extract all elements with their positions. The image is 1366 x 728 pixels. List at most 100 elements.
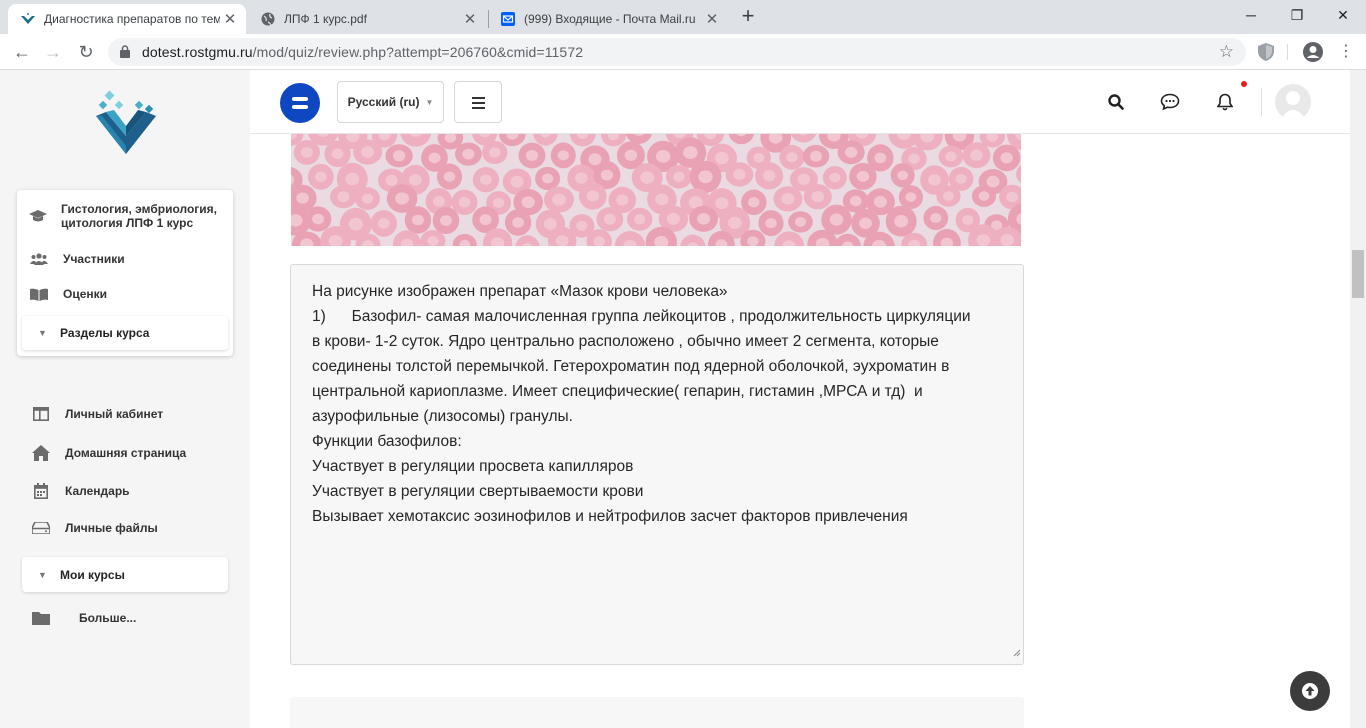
my-courses-label: Мои курсы xyxy=(60,567,125,582)
users-icon xyxy=(29,253,49,265)
red-blood-cell-center xyxy=(666,212,680,225)
red-blood-cell-center xyxy=(986,175,1000,188)
red-blood-cell-center xyxy=(510,175,524,188)
red-blood-cell-center xyxy=(697,213,711,225)
answer-text: На рисунке изображен препарат «Мазок кро… xyxy=(312,279,1012,529)
browser-menu-icon[interactable]: ⋮ xyxy=(1336,43,1356,61)
nav-item-dashboard[interactable]: Личный кабинет xyxy=(31,407,163,421)
red-blood-cell-center xyxy=(747,236,759,246)
tab-title: ЛПФ 1 курс.pdf xyxy=(284,12,367,26)
red-blood-cell-center xyxy=(945,151,957,162)
nav-item-more[interactable]: Больше... xyxy=(31,611,136,625)
profile-icon[interactable] xyxy=(1302,41,1324,68)
my-courses-toggle[interactable]: ▼ Мои курсы xyxy=(22,557,228,592)
book-icon xyxy=(29,288,49,301)
red-blood-cell-center xyxy=(462,148,475,160)
mail-icon xyxy=(500,11,516,27)
next-question-block xyxy=(290,697,1024,728)
minimize-button[interactable]: ─ xyxy=(1228,0,1274,32)
reload-button[interactable]: ↻ xyxy=(73,39,99,65)
dashboard-icon xyxy=(31,407,51,421)
forward-button[interactable]: → xyxy=(40,39,66,65)
red-blood-cell-center xyxy=(748,197,760,208)
red-blood-cell-center xyxy=(331,148,344,160)
answer-line: центральной кариоплазме. Имеет специфиче… xyxy=(312,383,923,400)
search-icon[interactable] xyxy=(1106,92,1126,112)
red-blood-cell-center xyxy=(440,215,452,226)
messages-icon[interactable] xyxy=(1160,92,1180,112)
red-blood-cell-center xyxy=(337,191,350,203)
scrollbar-thumb[interactable] xyxy=(1352,250,1364,298)
toolbar-divider xyxy=(1287,44,1288,60)
red-blood-cell-center xyxy=(765,218,777,229)
menu-button[interactable] xyxy=(454,81,502,123)
restore-button[interactable]: ❐ xyxy=(1274,0,1320,32)
nav-item-grades[interactable]: Оценки xyxy=(29,287,107,301)
course-sections-label: Разделы курса xyxy=(60,326,150,340)
red-blood-cell-center xyxy=(542,173,554,184)
nav-item-participants[interactable]: Участники xyxy=(29,252,125,266)
red-blood-cell-center xyxy=(361,193,374,204)
nav-item-home[interactable]: Домашняя страница xyxy=(31,445,186,461)
back-to-top-button[interactable] xyxy=(1290,671,1330,711)
red-blood-cell-center xyxy=(810,150,822,162)
answer-line: Участвует в регуляции просвета капилляро… xyxy=(312,458,634,475)
nav-item-calendar[interactable]: Календарь xyxy=(31,483,130,499)
red-blood-cell-center xyxy=(715,151,729,165)
arrow-up-circle-icon xyxy=(1302,683,1318,699)
close-tab-icon[interactable]: ✕ xyxy=(460,10,480,28)
user-avatar[interactable] xyxy=(1275,84,1311,120)
sidebar: Гистология, эмбриология, цитология ЛПФ 1… xyxy=(0,70,250,728)
answer-line: в крови- 1-2 суток. Ядро центрально расп… xyxy=(312,333,939,350)
red-blood-cell-center xyxy=(543,218,557,230)
shield-extension-icon[interactable] xyxy=(1258,43,1274,66)
red-blood-cell-center xyxy=(797,173,811,185)
page-scrollbar[interactable] xyxy=(1350,70,1366,728)
close-tab-icon[interactable]: ✕ xyxy=(702,10,722,28)
caret-down-icon: ▼ xyxy=(38,328,47,338)
red-blood-cell-center xyxy=(976,234,991,246)
course-sections-toggle[interactable]: ▼ Разделы курса xyxy=(22,316,228,350)
drawer-toggle-button[interactable] xyxy=(280,83,320,123)
new-tab-button[interactable]: + xyxy=(736,4,760,28)
red-blood-cell-center xyxy=(427,236,439,246)
red-blood-cell-center xyxy=(1000,152,1013,164)
red-blood-cell-center xyxy=(655,150,671,163)
answer-line: Участвует в регуляции свертываемости кро… xyxy=(312,483,644,500)
caret-down-icon: ▼ xyxy=(425,97,434,107)
nav-item-files[interactable]: Личные файлы xyxy=(31,521,158,535)
answer-textarea[interactable]: На рисунке изображен препарат «Мазок кро… xyxy=(290,264,1024,665)
red-blood-cell-center xyxy=(811,191,825,203)
red-blood-cell-center xyxy=(874,152,887,164)
red-blood-cell-center xyxy=(962,215,974,225)
close-tab-icon[interactable]: ✕ xyxy=(220,10,240,28)
red-blood-cell-center xyxy=(683,146,698,159)
red-blood-cell-center xyxy=(733,168,746,180)
back-button[interactable]: ← xyxy=(9,39,35,65)
browser-tab-mail[interactable]: (999) Входящие - Почта Mail.ru ✕ xyxy=(488,4,728,34)
red-blood-cell-center xyxy=(377,218,390,229)
lock-icon xyxy=(120,45,130,63)
browser-tab-quiz[interactable]: Диагностика препаратов по тем ✕ xyxy=(8,4,246,34)
red-blood-cell-center xyxy=(715,197,729,210)
red-blood-cell-center xyxy=(521,196,535,209)
close-window-button[interactable]: ✕ xyxy=(1320,0,1366,32)
red-blood-cell-center xyxy=(616,194,629,206)
resize-handle-icon[interactable] xyxy=(1013,644,1021,662)
language-selector[interactable]: Русский (ru) ▼ xyxy=(337,81,444,123)
caret-down-icon: ▼ xyxy=(38,569,47,580)
notification-badge xyxy=(1241,81,1247,87)
nav-item-label: Больше... xyxy=(79,611,137,625)
red-blood-cell-center xyxy=(493,197,505,208)
red-blood-cell-center xyxy=(762,170,776,182)
notifications-bell-icon[interactable] xyxy=(1215,92,1235,112)
red-blood-cell-center xyxy=(443,171,456,182)
tab-title: (999) Входящие - Почта Mail.ru xyxy=(524,12,696,26)
site-logo[interactable] xyxy=(94,90,158,161)
red-blood-cell-center xyxy=(432,196,445,207)
address-bar[interactable]: dotest.rostgmu.ru/mod/quiz/review.php?at… xyxy=(108,38,1246,66)
nav-item-course[interactable]: Гистология, эмбриология, цитология ЛПФ 1… xyxy=(29,202,229,230)
browser-tab-pdf[interactable]: ЛПФ 1 курс.pdf ✕ xyxy=(248,4,486,34)
bookmark-star-icon[interactable]: ☆ xyxy=(1219,42,1234,62)
red-blood-cell-center xyxy=(600,169,613,181)
